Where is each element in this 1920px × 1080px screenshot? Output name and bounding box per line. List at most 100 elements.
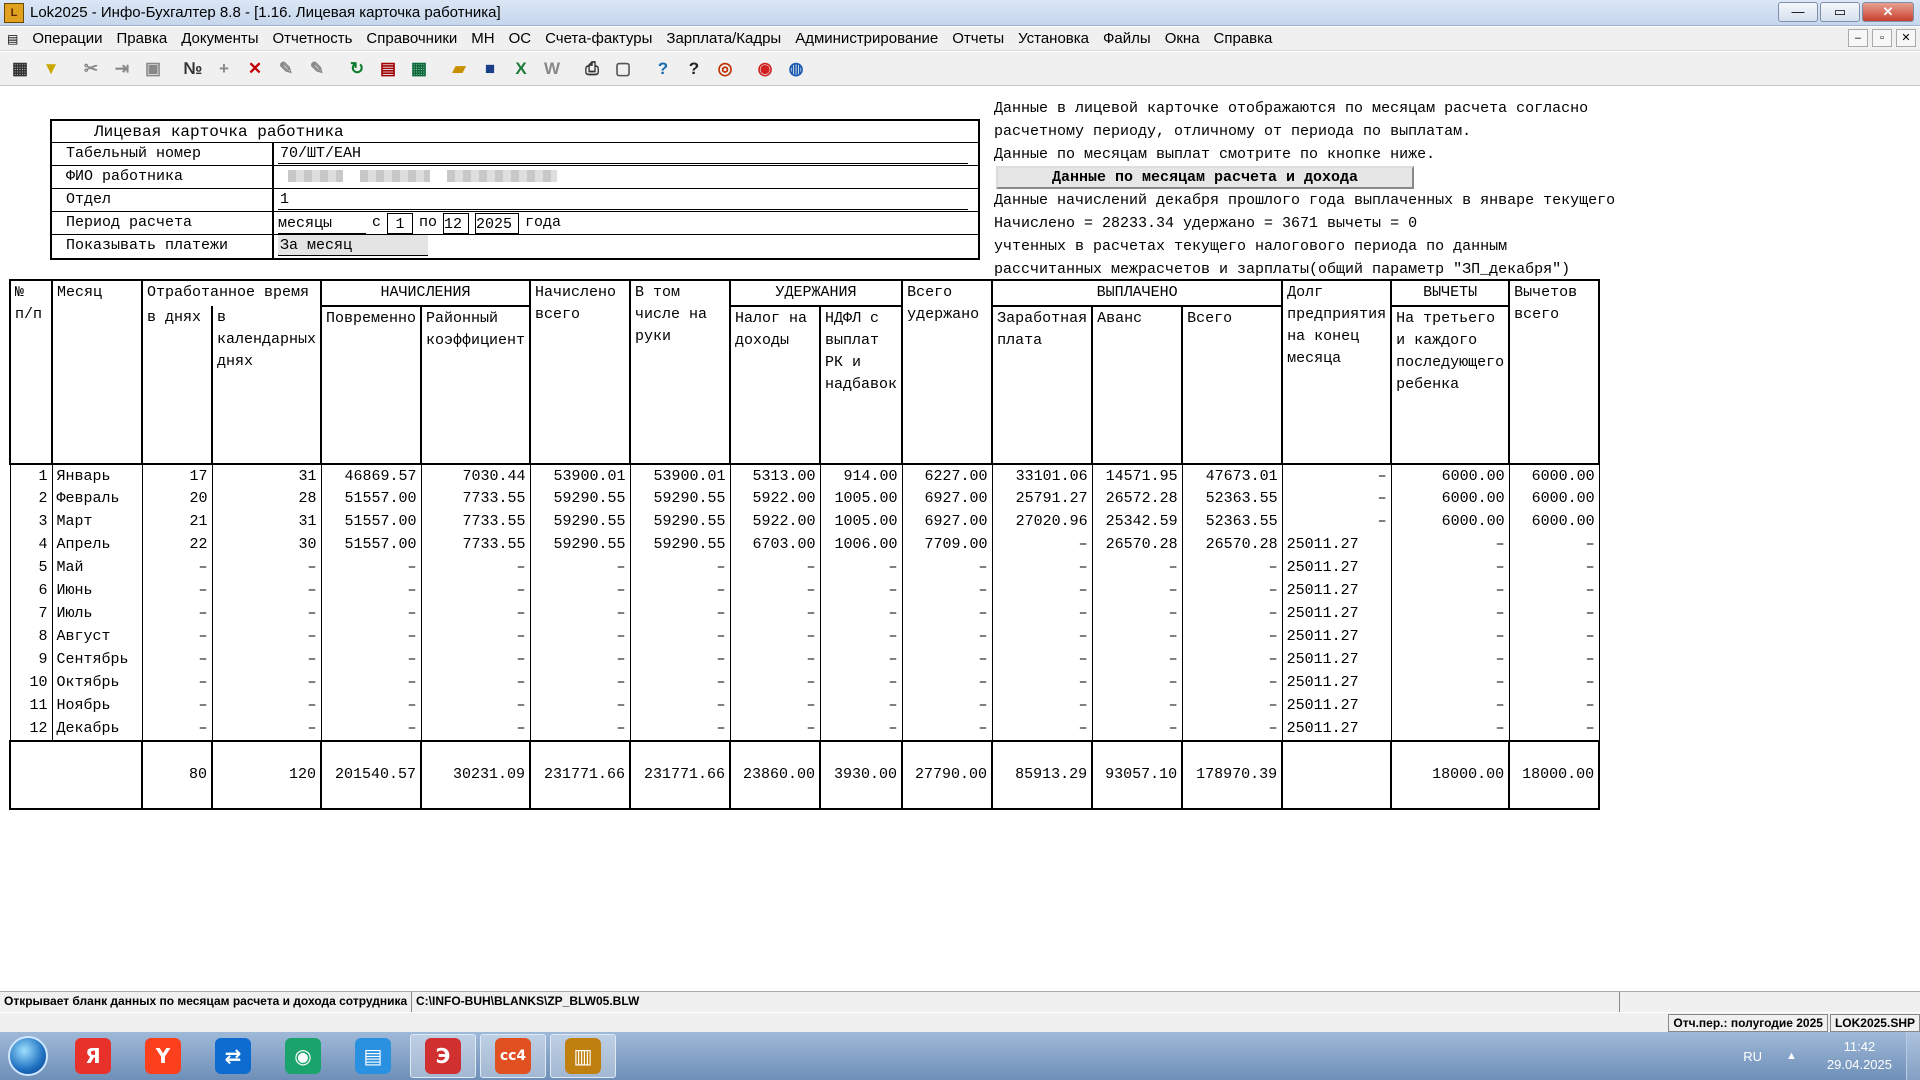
refresh-icon[interactable]: ↻ [343, 55, 371, 83]
table-row[interactable]: 8 Август – – – – – – – – – – – –25011.27– – [9, 626, 1600, 649]
cell-debt: 25011.27 [1281, 672, 1392, 695]
table-row[interactable]: 5 Май – – – – – – – – – – – –25011.27– – [9, 557, 1600, 580]
table-row[interactable]: 12 Декабрь – – – – – – – – – – – –25011.27– – [9, 718, 1600, 741]
menu-reports[interactable]: Отчеты [945, 30, 1011, 47]
clock[interactable]: 11:42 29.04.2025 [1827, 1038, 1892, 1074]
taskbar-app[interactable]: Я [60, 1034, 126, 1078]
cell-accrued-total: 59290.55 [529, 511, 631, 534]
tray-expand-icon[interactable]: ▲ [1786, 1050, 1797, 1062]
compass-icon[interactable]: ◎ [711, 55, 739, 83]
tab-number-field[interactable]: 70/ШТ/ЕАН [278, 143, 968, 164]
taskbar-app[interactable]: ◉ [270, 1034, 336, 1078]
preview-icon[interactable]: ▢ [609, 55, 637, 83]
cut-icon[interactable]: ✂ [77, 55, 105, 83]
circle-app-icon: Э [425, 1038, 461, 1074]
cell-row-num: 3 [9, 511, 53, 534]
menu-help[interactable]: Справка [1207, 30, 1280, 47]
toolbar: ▦ ▼ ✂ ⇥ ▣ № + ✕ ✎ ✎ ↻ ▤ ▦ ▰ ■ X W ⎙ ▢?? ◎ ◉ ◍ [0, 52, 1920, 86]
taskbar-app[interactable]: Э [410, 1034, 476, 1078]
filter-icon[interactable]: ▼ [37, 55, 65, 83]
open-folder-icon[interactable]: ▰ [445, 55, 473, 83]
taskbar-apps: Я Y ⇄ ◉ ▤ Эcc4 ▥ [56, 1034, 616, 1078]
grid-icon[interactable]: ▦ [6, 55, 34, 83]
taskbar-app[interactable]: ▤ [340, 1034, 406, 1078]
minimize-button[interactable]: — [1778, 2, 1818, 22]
menu-reporting[interactable]: Отчетность [266, 30, 360, 47]
table-row[interactable]: 1 Январь 17 31 46869.57 7030.44 53900.01 53900.… [9, 464, 1600, 488]
cell-third-child: – [1390, 603, 1510, 626]
table-row[interactable]: 11 Ноябрь – – – – – – – – – – – –25011.27– – [9, 695, 1600, 718]
teamviewer-icon: ⇄ [215, 1038, 251, 1074]
cell-third-child: – [1390, 580, 1510, 603]
total-cal-days: 120 [210, 740, 323, 810]
table-row[interactable]: 9 Сентябрь – – – – – – – – – – – –25011.27– – [9, 649, 1600, 672]
taskbar-app[interactable]: ⇄ [200, 1034, 266, 1078]
paste-icon[interactable]: ▣ [139, 55, 167, 83]
word-icon[interactable]: W [538, 55, 566, 83]
menu-mn[interactable]: МН [464, 30, 501, 47]
cell-ndfl-rk: – [819, 626, 903, 649]
add-icon[interactable]: + [210, 55, 238, 83]
table-row[interactable]: 10 Октябрь – – – – – – – – – – – –25011.27– – [9, 672, 1600, 695]
department-field[interactable]: 1 [278, 189, 968, 210]
cell-deductions-total: – [1508, 649, 1600, 672]
close-button[interactable]: ✕ [1862, 2, 1914, 22]
period-unit-field[interactable]: месяцы [278, 212, 366, 234]
context-help-icon[interactable]: ? [680, 55, 708, 83]
menu-icon[interactable]: ▤ [0, 32, 25, 46]
taskbar-app[interactable]: ▥ [550, 1034, 616, 1078]
help-icon[interactable]: ? [649, 55, 677, 83]
menu-windows[interactable]: Окна [1158, 30, 1207, 47]
table-row[interactable]: 6 Июнь – – – – – – – – – – – –25011.27– – [9, 580, 1600, 603]
menu-files[interactable]: Файлы [1096, 30, 1158, 47]
pen-alt-icon[interactable]: ✎ [303, 55, 331, 83]
period-from-field[interactable]: 1 [387, 212, 414, 234]
period-to-field[interactable]: 12 [443, 212, 470, 234]
total-ndfl-rk: 3930.00 [819, 740, 904, 810]
cell-row-num: 9 [9, 649, 53, 672]
menu-admin[interactable]: Администрирование [788, 30, 945, 47]
mdi-minimize-button[interactable]: – [1848, 29, 1868, 47]
period-year-field[interactable]: 2025 [475, 212, 520, 234]
pen-icon[interactable]: ✎ [272, 55, 300, 83]
cell-days: – [141, 603, 213, 626]
fio-field[interactable] [274, 166, 978, 188]
save-icon[interactable]: ■ [476, 55, 504, 83]
excel-icon[interactable]: X [507, 55, 535, 83]
col-accruals-header: НАЧИСЛЕНИЯ [320, 279, 532, 307]
print-icon[interactable]: ⎙ [578, 55, 606, 83]
cell-cal-days: – [211, 672, 322, 695]
cell-third-child: 6000.00 [1390, 511, 1510, 534]
table-row[interactable]: 7 Июль – – – – – – – – – – – –25011.27– – [9, 603, 1600, 626]
menu-salary[interactable]: Зарплата/Кадры [659, 30, 788, 47]
menu-invoices[interactable]: Счета-фактуры [538, 30, 659, 47]
menu-setup[interactable]: Установка [1011, 30, 1096, 47]
table-row[interactable]: 4 Апрель 22 30 51557.00 7733.55 59290.55 59290.… [9, 534, 1600, 557]
menu-operations[interactable]: Операции [25, 30, 109, 47]
menu-edit[interactable]: Правка [110, 30, 175, 47]
cell-debt: – [1281, 464, 1392, 488]
number-icon[interactable]: № [179, 55, 207, 83]
show-payments-select[interactable]: За месяц [278, 235, 428, 256]
mdi-close-button[interactable]: ✕ [1896, 29, 1916, 47]
language-indicator[interactable]: RU [1743, 1049, 1762, 1064]
taskbar-app[interactable]: cc4 [480, 1034, 546, 1078]
calculator-icon[interactable]: ▦ [405, 55, 433, 83]
move-icon[interactable]: ⇥ [108, 55, 136, 83]
taskbar-app[interactable]: Y [130, 1034, 196, 1078]
menu-directories[interactable]: Справочники [359, 30, 464, 47]
menu-os[interactable]: ОС [502, 30, 539, 47]
table-row[interactable]: 2 Февраль 20 28 51557.00 7733.55 59290.55 59290… [9, 488, 1600, 511]
calendar-icon[interactable]: ▤ [374, 55, 402, 83]
maximize-button[interactable]: ▭ [1820, 2, 1860, 22]
show-desktop-button[interactable] [1906, 1032, 1920, 1080]
monthly-data-button[interactable]: Данные по месяцам расчета и дохода [996, 166, 1414, 189]
table-row[interactable]: 3 Март 21 31 51557.00 7733.55 59290.55 59290.55… [9, 511, 1600, 534]
lifebuoy-icon[interactable]: ◉ [751, 55, 779, 83]
delete-icon[interactable]: ✕ [241, 55, 269, 83]
cell-cal-days: 28 [211, 488, 322, 511]
globe-icon[interactable]: ◍ [782, 55, 810, 83]
mdi-restore-button[interactable]: ▫ [1872, 29, 1892, 47]
menu-documents[interactable]: Документы [174, 30, 265, 47]
start-button[interactable] [0, 1032, 56, 1080]
